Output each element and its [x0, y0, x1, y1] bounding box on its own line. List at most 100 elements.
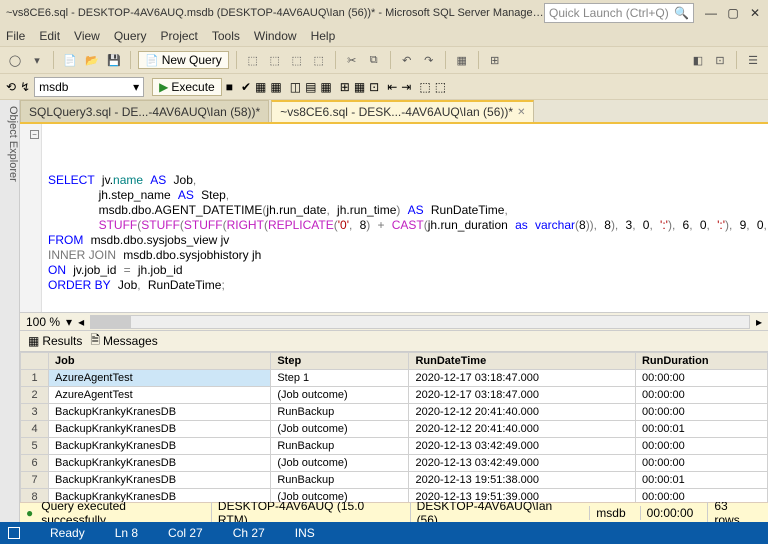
cell[interactable]: 00:00:01 — [635, 472, 767, 489]
scroll-left-icon[interactable]: ◂ — [78, 315, 84, 329]
object-explorer-tab[interactable]: Object Explorer — [0, 100, 20, 522]
tool-icon[interactable]: ⊞ — [486, 51, 504, 69]
cell[interactable]: RunBackup — [271, 438, 409, 455]
cell[interactable]: (Job outcome) — [271, 455, 409, 472]
document-tab[interactable]: SQLQuery3.sql - DE...-4AV6AUQ\Ian (58))* — [20, 100, 269, 122]
cell[interactable]: RunBackup — [271, 472, 409, 489]
tool-icon[interactable]: ⬚ — [310, 51, 328, 69]
quick-launch-input[interactable]: Quick Launch (Ctrl+Q) 🔍 — [544, 3, 694, 23]
tool-icon[interactable]: ⬚ — [244, 51, 262, 69]
fold-icon[interactable]: − — [30, 130, 39, 139]
cell[interactable]: (Job outcome) — [271, 489, 409, 503]
tool-icon[interactable]: ▦ — [354, 80, 365, 94]
horizontal-scrollbar[interactable] — [90, 315, 750, 329]
minimize-button[interactable]: — — [704, 6, 718, 20]
menu-file[interactable]: File — [6, 29, 25, 43]
outdent-icon[interactable]: ⇥ — [401, 80, 411, 94]
column-header[interactable]: RunDateTime — [409, 353, 635, 370]
menu-help[interactable]: Help — [311, 29, 336, 43]
cell[interactable]: 2020-12-13 19:51:39.000 — [409, 489, 635, 503]
tool-icon[interactable]: ⟲ — [6, 80, 16, 94]
tool-icon[interactable]: ▦ — [320, 80, 331, 94]
table-row[interactable]: 8BackupKrankyKranesDB(Job outcome)2020-1… — [21, 489, 768, 503]
tool-icon[interactable]: ▦ — [453, 51, 471, 69]
tool-icon[interactable]: ⊡ — [711, 51, 729, 69]
tool-icon[interactable]: ↯ — [20, 80, 30, 94]
table-row[interactable]: 1AzureAgentTestStep 12020-12-17 03:18:47… — [21, 370, 768, 387]
copy-icon[interactable]: ⧉ — [365, 51, 383, 69]
cell[interactable]: RunBackup — [271, 404, 409, 421]
cell[interactable]: AzureAgentTest — [49, 387, 271, 404]
cell[interactable]: 00:00:00 — [635, 489, 767, 503]
column-header[interactable]: RunDuration — [635, 353, 767, 370]
cell[interactable]: 2020-12-13 03:42:49.000 — [409, 438, 635, 455]
cell[interactable]: BackupKrankyKranesDB — [49, 421, 271, 438]
cell[interactable]: Step 1 — [271, 370, 409, 387]
table-row[interactable]: 5BackupKrankyKranesDBRunBackup2020-12-13… — [21, 438, 768, 455]
new-file-icon[interactable]: 📄 — [61, 51, 79, 69]
cell[interactable]: (Job outcome) — [271, 387, 409, 404]
menu-tools[interactable]: Tools — [212, 29, 240, 43]
cell[interactable]: 00:00:00 — [635, 404, 767, 421]
table-row[interactable]: 3BackupKrankyKranesDBRunBackup2020-12-12… — [21, 404, 768, 421]
cell[interactable]: BackupKrankyKranesDB — [49, 455, 271, 472]
results-grid[interactable]: JobStepRunDateTimeRunDuration 1AzureAgen… — [20, 352, 768, 502]
indent-icon[interactable]: ⇤ — [387, 80, 397, 94]
back-button[interactable]: ◯ — [6, 51, 24, 69]
cell[interactable]: 2020-12-13 03:42:49.000 — [409, 455, 635, 472]
cell[interactable]: BackupKrankyKranesDB — [49, 472, 271, 489]
column-header[interactable]: Step — [271, 353, 409, 370]
open-file-icon[interactable]: 📂 — [83, 51, 101, 69]
messages-tab[interactable]: 🗎Messages — [90, 331, 157, 352]
cell[interactable]: (Job outcome) — [271, 421, 409, 438]
stop-icon[interactable]: ■ — [226, 80, 233, 94]
tool-icon[interactable]: ⬚ — [435, 80, 446, 94]
new-query-button[interactable]: 📄 New Query — [138, 51, 229, 69]
document-tab[interactable]: ~vs8CE6.sql - DESK...-4AV6AUQ\Ian (56))*… — [271, 100, 534, 122]
close-button[interactable]: ✕ — [748, 6, 762, 20]
table-row[interactable]: 2AzureAgentTest(Job outcome)2020-12-17 0… — [21, 387, 768, 404]
undo-icon[interactable]: ↶ — [398, 51, 416, 69]
zoom-level[interactable]: 100 % — [26, 315, 60, 329]
execute-button[interactable]: ▶Execute — [152, 78, 222, 96]
maximize-button[interactable]: ▢ — [726, 6, 740, 20]
cell[interactable]: 00:00:00 — [635, 438, 767, 455]
menu-window[interactable]: Window — [254, 29, 297, 43]
redo-icon[interactable]: ↷ — [420, 51, 438, 69]
cell[interactable]: 00:00:00 — [635, 370, 767, 387]
tool-icon[interactable]: ⬚ — [266, 51, 284, 69]
cell[interactable]: 00:00:00 — [635, 387, 767, 404]
cell[interactable]: 2020-12-17 03:18:47.000 — [409, 370, 635, 387]
tool-icon[interactable]: ⊞ — [340, 80, 350, 94]
table-row[interactable]: 7BackupKrankyKranesDBRunBackup2020-12-13… — [21, 472, 768, 489]
tool-icon[interactable]: ▦ — [270, 80, 281, 94]
menu-view[interactable]: View — [74, 29, 100, 43]
parse-icon[interactable]: ✔ — [241, 80, 251, 94]
tool-icon[interactable]: ⬚ — [288, 51, 306, 69]
zoom-dropdown-icon[interactable]: ▾ — [66, 315, 72, 329]
results-tab[interactable]: ▦Results — [28, 334, 82, 348]
column-header[interactable] — [21, 353, 49, 370]
scroll-right-icon[interactable]: ▸ — [756, 315, 762, 329]
tool-icon[interactable]: ⊡ — [369, 80, 379, 94]
cell[interactable]: 00:00:01 — [635, 421, 767, 438]
table-row[interactable]: 6BackupKrankyKranesDB(Job outcome)2020-1… — [21, 455, 768, 472]
forward-button[interactable]: ▾ — [28, 51, 46, 69]
tool-icon[interactable]: ▦ — [255, 80, 266, 94]
cell[interactable]: 2020-12-12 20:41:40.000 — [409, 421, 635, 438]
tool-icon[interactable]: ◧ — [689, 51, 707, 69]
cell[interactable]: 2020-12-13 19:51:38.000 — [409, 472, 635, 489]
cell[interactable]: 2020-12-12 20:41:40.000 — [409, 404, 635, 421]
cell[interactable]: BackupKrankyKranesDB — [49, 404, 271, 421]
cell[interactable]: 2020-12-17 03:18:47.000 — [409, 387, 635, 404]
save-icon[interactable]: 💾 — [105, 51, 123, 69]
cell[interactable]: BackupKrankyKranesDB — [49, 438, 271, 455]
cell[interactable]: 00:00:00 — [635, 455, 767, 472]
tool-icon[interactable]: ▤ — [305, 80, 316, 94]
table-row[interactable]: 4BackupKrankyKranesDB(Job outcome)2020-1… — [21, 421, 768, 438]
close-tab-icon[interactable]: ✕ — [517, 107, 525, 118]
menu-query[interactable]: Query — [114, 29, 147, 43]
database-selector[interactable]: msdb▾ — [34, 77, 144, 97]
cut-icon[interactable]: ✂ — [343, 51, 361, 69]
cell[interactable]: AzureAgentTest — [49, 370, 271, 387]
